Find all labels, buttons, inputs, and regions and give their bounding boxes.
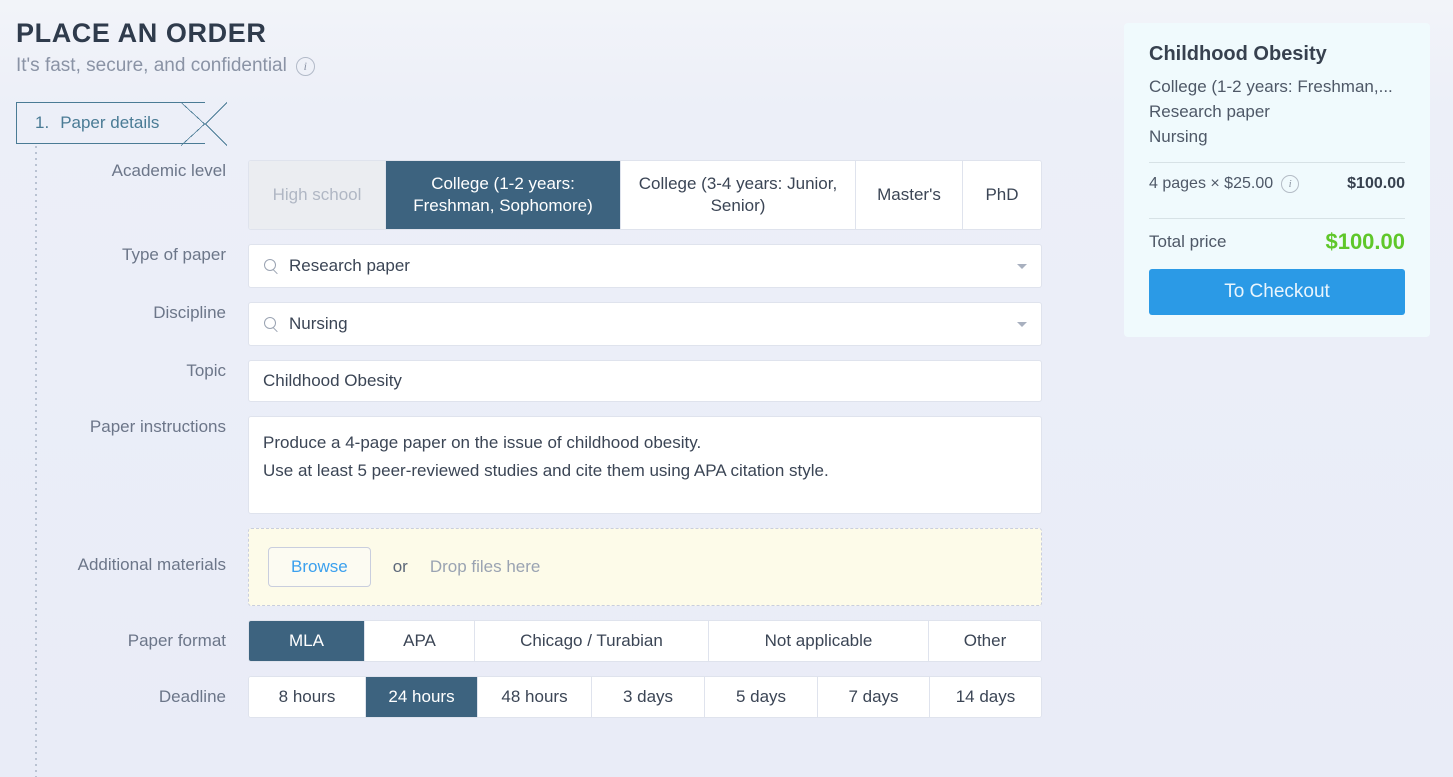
row-additional-materials: Additional materials Browse or Drop file…	[0, 528, 1090, 606]
deadline-option-48-hours[interactable]: 48 hours	[478, 677, 592, 717]
label-academic-level: Academic level	[111, 161, 226, 180]
deadline-option-3-days[interactable]: 3 days	[592, 677, 705, 717]
price-info-icon[interactable]: i	[1281, 175, 1300, 193]
summary-meta-discipline: Nursing	[1149, 127, 1208, 146]
topic-input[interactable]: Childhood Obesity	[248, 360, 1042, 402]
order-page: PLACE AN ORDER It's fast, secure, and co…	[0, 0, 1453, 777]
deadline-group: 8 hours 24 hours 48 hours 3 days 5 days …	[248, 676, 1042, 718]
step-tab-paper-details[interactable]: 1. Paper details	[16, 102, 228, 146]
label-additional-materials: Additional materials	[77, 555, 226, 574]
file-dropzone[interactable]: Browse or Drop files here	[248, 528, 1042, 606]
label-paper-format: Paper format	[127, 631, 226, 650]
deadline-option-5-days[interactable]: 5 days	[705, 677, 818, 717]
summary-total-line: Total price $100.00	[1149, 219, 1405, 269]
discipline-select[interactable]: Nursing	[248, 302, 1042, 346]
summary-title: Childhood Obesity	[1149, 43, 1327, 65]
order-form: Academic level High school College (1-2 …	[0, 160, 1090, 732]
step-nav: 1. Paper details	[16, 102, 228, 146]
academic-level-option-college-3-4[interactable]: College (3-4 years: Junior, Senior)	[621, 161, 856, 229]
dropzone-hint: Drop files here	[429, 557, 541, 576]
summary-total-label: Total price	[1149, 232, 1227, 251]
label-topic: Topic	[186, 361, 226, 380]
academic-level-option-masters[interactable]: Master's	[856, 161, 963, 229]
paper-format-option-mla[interactable]: MLA	[249, 621, 365, 661]
paper-instructions-textarea[interactable]: Produce a 4-page paper on the issue of c…	[248, 416, 1042, 514]
label-paper-instructions: Paper instructions	[89, 417, 226, 436]
summary-price-line-amount: $100.00	[1347, 175, 1405, 192]
deadline-option-24-hours[interactable]: 24 hours	[366, 677, 478, 717]
to-checkout-button[interactable]: To Checkout	[1149, 269, 1405, 315]
summary-meta-type: Research paper	[1149, 102, 1270, 121]
row-discipline: Discipline Nursing	[0, 302, 1090, 346]
chevron-down-icon[interactable]	[1017, 264, 1027, 269]
order-summary-card: Childhood Obesity College (1-2 years: Fr…	[1124, 23, 1430, 337]
summary-price-line-label-wrap: 4 pages × $25.00 i	[1149, 175, 1347, 193]
summary-price-line: 4 pages × $25.00 i $100.00	[1149, 163, 1405, 205]
paper-format-option-not-applicable[interactable]: Not applicable	[709, 621, 929, 661]
row-topic: Topic Childhood Obesity	[0, 360, 1090, 402]
label-type-of-paper: Type of paper	[122, 245, 226, 264]
paper-format-group: MLA APA Chicago / Turabian Not applicabl…	[248, 620, 1042, 662]
search-icon	[263, 258, 279, 274]
type-of-paper-select[interactable]: Research paper	[248, 244, 1042, 288]
chevron-down-icon[interactable]	[1017, 322, 1027, 327]
academic-level-group: High school College (1-2 years: Freshman…	[248, 160, 1042, 230]
browse-button[interactable]: Browse	[268, 547, 371, 587]
academic-level-option-phd[interactable]: PhD	[963, 161, 1041, 229]
summary-total-amount: $100.00	[1325, 229, 1405, 254]
row-paper-instructions: Paper instructions Produce a 4-page pape…	[0, 416, 1090, 514]
page-subtitle-row: It's fast, secure, and confidential i	[16, 54, 1106, 78]
deadline-option-8-hours[interactable]: 8 hours	[249, 677, 366, 717]
summary-price-line-label: 4 pages × $25.00	[1149, 175, 1274, 192]
row-type-of-paper: Type of paper Research paper	[0, 244, 1090, 288]
info-icon[interactable]: i	[295, 56, 315, 76]
paper-format-option-other[interactable]: Other	[929, 621, 1041, 661]
page-title: PLACE AN ORDER	[16, 18, 267, 48]
search-icon	[263, 316, 279, 332]
row-paper-format: Paper format MLA APA Chicago / Turabian …	[0, 620, 1090, 662]
step-number: 1.	[35, 113, 50, 132]
academic-level-option-high-school: High school	[249, 161, 386, 229]
academic-level-option-college-1-2[interactable]: College (1-2 years: Freshman, Sophomore)	[386, 161, 621, 229]
deadline-option-7-days[interactable]: 7 days	[818, 677, 930, 717]
deadline-option-14-days[interactable]: 14 days	[930, 677, 1041, 717]
summary-meta-level: College (1-2 years: Freshman,...	[1149, 77, 1393, 96]
page-subtitle: It's fast, secure, and confidential	[16, 55, 287, 76]
row-deadline: Deadline 8 hours 24 hours 48 hours 3 day…	[0, 676, 1090, 718]
row-academic-level: Academic level High school College (1-2 …	[0, 160, 1090, 230]
type-of-paper-value: Research paper	[289, 256, 410, 275]
page-header: PLACE AN ORDER It's fast, secure, and co…	[16, 16, 1106, 78]
discipline-value: Nursing	[289, 314, 348, 333]
paper-format-option-chicago-turabian[interactable]: Chicago / Turabian	[475, 621, 709, 661]
paper-format-option-apa[interactable]: APA	[365, 621, 475, 661]
label-discipline: Discipline	[153, 303, 226, 322]
step-label: Paper details	[60, 113, 160, 132]
label-deadline: Deadline	[158, 687, 226, 706]
dropzone-or-label: or	[392, 557, 408, 576]
